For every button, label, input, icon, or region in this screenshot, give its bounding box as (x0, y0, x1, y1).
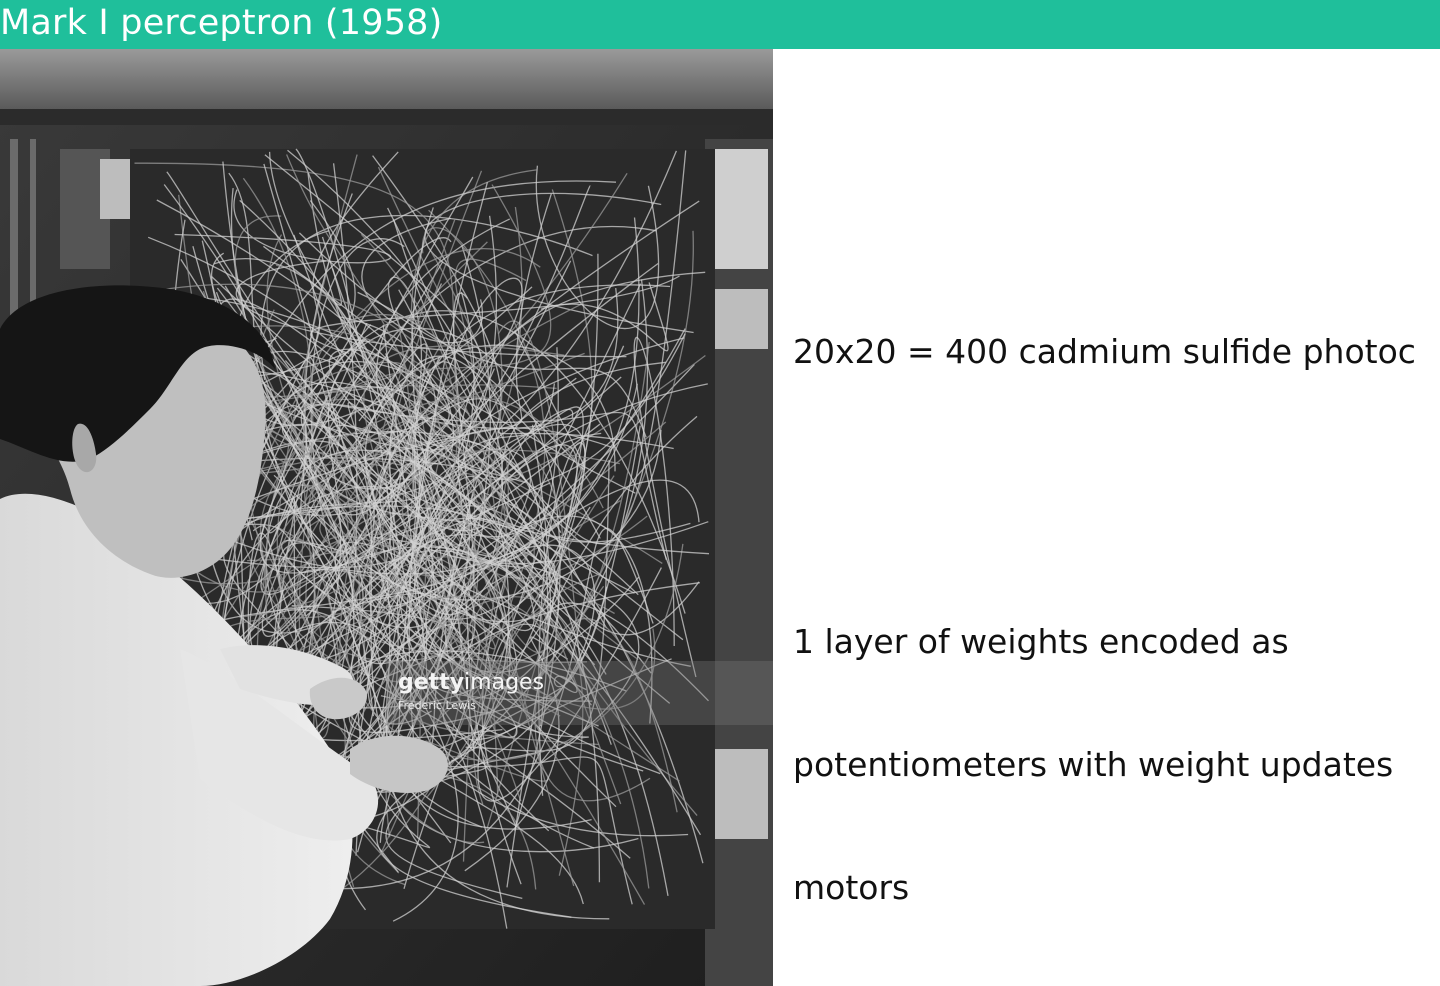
bullet-line: potentiometers with weight updates (793, 745, 1394, 784)
bullet-line: 1 layer of weights encoded as (793, 622, 1289, 661)
bullet-photocells: 20x20 = 400 cadmium sulfide photoc (793, 249, 1416, 454)
watermark-brand: gettyimages (398, 671, 544, 695)
man-wiring-perceptron-photo (0, 49, 773, 986)
watermark-credit: Frederic Lewis (398, 699, 476, 712)
bullet-line: motors (793, 868, 910, 907)
watermark-brand-bold: getty (398, 670, 465, 695)
title-bar: Mark I perceptron (1958) (0, 0, 1440, 49)
slide-title: Mark I perceptron (1958) (0, 3, 443, 43)
bullet-line: 20x20 = 400 cadmium sulfide photoc (793, 332, 1416, 371)
perceptron-photo: gettyimages Frederic Lewis (0, 49, 773, 986)
watermark-brand-regular: images (464, 670, 545, 695)
bullet-weights: 1 layer of weights encoded as potentiome… (793, 539, 1393, 986)
slide-text-area: 20x20 = 400 cadmium sulfide photoc 1 lay… (793, 49, 1440, 986)
watermark: gettyimages Frederic Lewis (386, 661, 773, 725)
